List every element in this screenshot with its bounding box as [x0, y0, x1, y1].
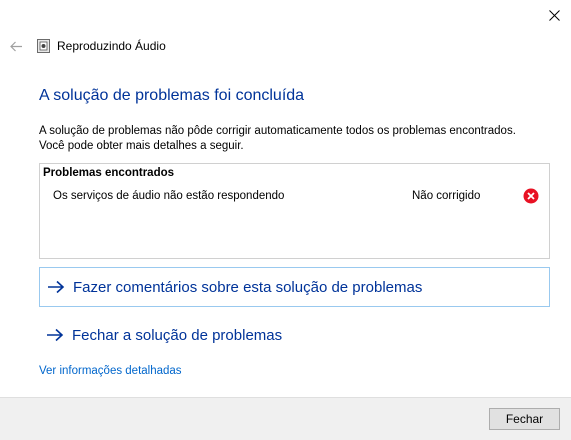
audio-troubleshooter-icon: [37, 39, 50, 53]
window-title: Reproduzindo Áudio: [57, 39, 166, 53]
description: A solução de problemas não pôde corrigir…: [39, 124, 559, 154]
problems-header: Problemas encontrados: [43, 167, 175, 179]
close-troubleshooter-link[interactable]: Fechar a solução de problemas: [39, 315, 550, 355]
close-window-button[interactable]: [539, 2, 569, 28]
arrow-right-icon: [47, 280, 65, 294]
view-details-link[interactable]: Ver informações detalhadas: [39, 365, 182, 377]
problem-name: Os serviços de áudio não estão responden…: [53, 190, 285, 202]
description-line-1: A solução de problemas não pôde corrigir…: [39, 125, 516, 137]
error-icon: [523, 188, 539, 204]
troubleshooter-window: Reproduzindo Áudio A solução de problema…: [0, 0, 571, 440]
title-bar: Reproduzindo Áudio: [37, 38, 166, 54]
feedback-link-label: Fazer comentários sobre esta solução de …: [73, 278, 423, 296]
footer: Fechar: [0, 397, 571, 440]
page-title: A solução de problemas foi concluída: [39, 87, 305, 104]
feedback-link[interactable]: Fazer comentários sobre esta solução de …: [39, 267, 550, 307]
close-button[interactable]: Fechar: [489, 408, 560, 430]
close-troubleshooter-label: Fechar a solução de problemas: [72, 326, 283, 344]
problem-status: Não corrigido: [412, 190, 481, 202]
back-button[interactable]: [6, 36, 26, 56]
arrow-right-icon: [46, 328, 64, 342]
problem-row[interactable]: Os serviços de áudio não estão responden…: [40, 186, 549, 208]
problems-found-list: Problemas encontrados Os serviços de áud…: [39, 163, 550, 259]
description-line-2: Você pode obter mais detalhes a seguir.: [39, 140, 244, 152]
back-arrow-icon: [9, 41, 22, 51]
close-icon: [548, 9, 560, 21]
